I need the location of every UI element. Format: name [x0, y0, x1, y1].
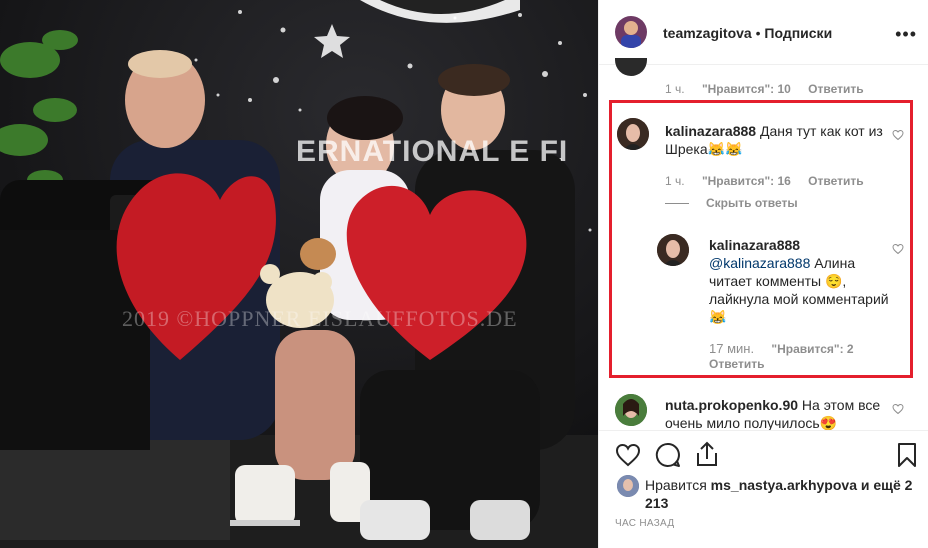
- reply-meta: 17 мин. "Нравится": 2: [709, 341, 868, 356]
- comment-likes[interactable]: "Нравится": 10: [702, 82, 791, 96]
- replies-divider: [665, 203, 689, 204]
- header-username[interactable]: teamzagitova: [663, 25, 752, 41]
- reply-button[interactable]: Ответить: [808, 82, 863, 96]
- avatar[interactable]: [615, 394, 647, 426]
- more-options-icon[interactable]: •••: [895, 24, 917, 45]
- reply-username[interactable]: kalinazara888: [709, 236, 889, 254]
- header-separator: •: [751, 25, 765, 41]
- likes-summary: Нравится ms_nastya.arkhypova и ещё 2 213: [645, 476, 915, 512]
- comment-meta: 1 ч. "Нравится": 10 Ответить: [665, 82, 878, 96]
- share-icon[interactable]: [695, 441, 719, 467]
- following-button[interactable]: Подписки: [764, 25, 832, 41]
- avatar[interactable]: [615, 16, 647, 48]
- comment-username[interactable]: nuta.prokopenko.90: [665, 397, 798, 413]
- post-header: teamzagitova • Подписки •••: [599, 0, 928, 65]
- avatar[interactable]: [617, 475, 639, 497]
- avatar[interactable]: [657, 234, 689, 266]
- like-comment-heart-icon[interactable]: [892, 403, 904, 415]
- comment-likes[interactable]: "Нравится": 16: [702, 174, 791, 188]
- comment-username[interactable]: kalinazara888: [665, 123, 756, 139]
- post-photo[interactable]: ERNATIONAL E FI 2019 ©HOPPNER EISLAUFFOT…: [0, 0, 598, 548]
- avatar[interactable]: [615, 58, 647, 76]
- comment-icon[interactable]: [655, 442, 681, 468]
- post-timestamp[interactable]: ЧАС НАЗАД: [615, 518, 674, 529]
- comment-time[interactable]: 1 ч.: [665, 174, 685, 188]
- comment-time[interactable]: 1 ч.: [665, 82, 685, 96]
- comment-meta: 1 ч. "Нравится": 16 Ответить: [665, 174, 878, 188]
- photo-watermark: 2019 ©HOPPNER EISLAUFFOTOS.DE: [122, 306, 518, 331]
- reply-mention-link[interactable]: @kalinazara888: [709, 255, 810, 271]
- reply-time[interactable]: 17 мин.: [709, 341, 754, 356]
- reply-likes[interactable]: "Нравится": 2: [771, 342, 853, 356]
- photo-scene: [0, 0, 598, 548]
- reply-body: kalinazara888 @kalinazara888 Алина читае…: [709, 236, 889, 326]
- reply-button[interactable]: Ответить: [709, 357, 764, 371]
- post-sidebar: teamzagitova • Подписки ••• 1 ч. "Нравит…: [598, 0, 928, 548]
- reply-button[interactable]: Ответить: [808, 174, 863, 188]
- comment-body: nuta.prokopenko.90 На этом все очень мил…: [665, 396, 883, 432]
- heart-icon[interactable]: [615, 443, 641, 467]
- hide-replies-button[interactable]: Скрыть ответы: [706, 196, 798, 210]
- likes-prefix: Нравится: [645, 477, 707, 493]
- avatar[interactable]: [617, 118, 649, 150]
- comment-body: kalinazara888 Даня тут как кот из Шрека😹…: [665, 122, 883, 158]
- banner-text: ERNATIONAL E FI: [296, 135, 569, 168]
- likes-user-link[interactable]: ms_nastya.arkhypova: [711, 477, 857, 493]
- bookmark-icon[interactable]: [897, 442, 917, 468]
- like-comment-heart-icon[interactable]: [892, 129, 904, 141]
- like-reply-heart-icon[interactable]: [892, 243, 904, 255]
- header-user: teamzagitova • Подписки: [663, 25, 832, 41]
